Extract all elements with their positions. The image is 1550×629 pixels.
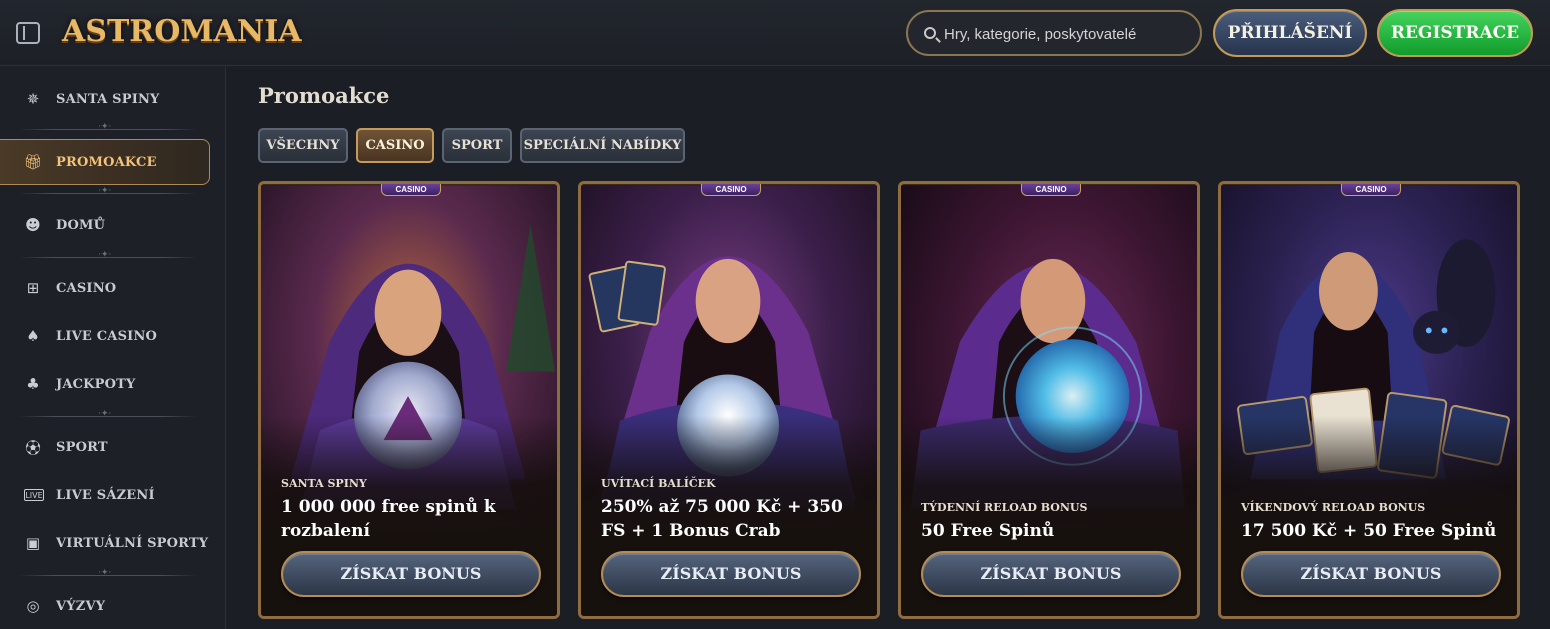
sidebar-item-label: SANTA SPINY: [56, 91, 160, 107]
register-button[interactable]: REGISTRACE: [1377, 9, 1533, 57]
sidebar-item-live-casino[interactable]: ♠ LIVE CASINO: [0, 313, 210, 359]
search-input[interactable]: [944, 22, 1184, 46]
tab-casino[interactable]: CASINO: [356, 128, 434, 163]
login-button[interactable]: PŘIHLÁŠENÍ: [1213, 9, 1367, 57]
sidebar-item-domu[interactable]: ☻ DOMŮ: [0, 202, 210, 248]
sidebar-item-virtualni-sporty[interactable]: ▣ VIRTUÁLNÍ SPORTY: [0, 520, 210, 566]
tab-sport[interactable]: SPORT: [442, 128, 512, 163]
sidebar-item-label: VÝZVY: [56, 598, 106, 614]
claim-bonus-button[interactable]: ZÍSKAT BONUS: [1241, 551, 1501, 597]
live-icon: LIVE: [24, 489, 44, 501]
sidebar-divider: [18, 186, 198, 196]
clover-icon: ♣: [26, 375, 40, 393]
sidebar-item-vyzvy[interactable]: ◎ VÝZVY: [0, 583, 210, 629]
sidebar-item-label: PROMOAKCE: [56, 154, 157, 170]
santa-spins-icon: ✵: [26, 90, 40, 108]
sidebar-item-label: CASINO: [56, 280, 117, 296]
casino-tag: CASINO: [701, 184, 761, 196]
promo-card-vikendovy-reload[interactable]: CASINO VÍKENDOVÝ RELOAD BONUS 17 500 Kč …: [1218, 181, 1520, 619]
sidebar-item-santa-spiny[interactable]: ✵ SANTA SPINY: [0, 76, 210, 122]
casino-tag: CASINO: [1341, 184, 1401, 196]
sidebar-divider: [18, 409, 198, 419]
sidebar-item-label: LIVE SÁZENÍ: [56, 487, 155, 503]
sidebar-item-jackpoty[interactable]: ♣ JACKPOTY: [0, 361, 210, 407]
promo-card-uvitaci-balicek[interactable]: CASINO UVÍTACÍ BALÍČEK 250% až 75 000 Kč…: [578, 181, 880, 619]
virtual-screen-icon: ▣: [25, 534, 41, 552]
page-title: Promoakce: [258, 83, 390, 108]
soccer-ball-icon: ⚽︎: [25, 438, 41, 457]
claim-bonus-button[interactable]: ZÍSKAT BONUS: [921, 551, 1181, 597]
promo-subtitle: VÍKENDOVÝ RELOAD BONUS: [1241, 501, 1426, 514]
sidebar-toggle-icon[interactable]: [16, 22, 40, 44]
casino-tag: CASINO: [381, 184, 441, 196]
promo-subtitle: UVÍTACÍ BALÍČEK: [601, 477, 716, 490]
tab-vsechny[interactable]: VŠECHNY: [258, 128, 348, 163]
sidebar: ✵ SANTA SPINY 🎁︎ PROMOAKCE ☻ DOMŮ ⊞ CASI…: [0, 66, 226, 629]
sidebar-item-label: LIVE CASINO: [56, 328, 158, 344]
sidebar-divider: [18, 568, 198, 578]
claim-bonus-button[interactable]: ZÍSKAT BONUS: [281, 551, 541, 597]
tab-specialni-nabidky[interactable]: SPECIÁLNÍ NABÍDKY: [520, 128, 685, 163]
sidebar-item-live-sazeni[interactable]: LIVE LIVE SÁZENÍ: [0, 472, 210, 518]
search-icon: [924, 27, 936, 39]
sidebar-divider: [18, 250, 198, 260]
target-icon: ◎: [26, 597, 40, 615]
promo-subtitle: TÝDENNÍ RELOAD BONUS: [921, 501, 1088, 514]
claim-bonus-button[interactable]: ZÍSKAT BONUS: [601, 551, 861, 597]
sidebar-item-label: VIRTUÁLNÍ SPORTY: [56, 535, 209, 551]
sidebar-item-promoakce[interactable]: 🎁︎ PROMOAKCE: [0, 139, 210, 185]
gift-icon: 🎁︎: [23, 153, 43, 171]
search-box[interactable]: [906, 10, 1202, 56]
promo-headline: 17 500 Kč + 50 Free Spinů: [1241, 521, 1497, 541]
sidebar-item-label: SPORT: [56, 439, 108, 455]
promo-subtitle: SANTA SPINY: [281, 477, 367, 490]
promo-headline: 250% až 75 000 Kč + 350 FS + 1 Bonus Cra…: [601, 497, 843, 541]
cards-icon: ♠: [26, 327, 40, 345]
logo[interactable]: ASTROMANIA: [62, 10, 302, 54]
home-icon: ☻: [25, 216, 41, 234]
sidebar-item-sport[interactable]: ⚽︎ SPORT: [0, 424, 210, 470]
slot-machine-icon: ⊞: [26, 279, 40, 297]
promo-headline: 1 000 000 free spinů k rozbalení: [281, 497, 496, 541]
sidebar-item-casino[interactable]: ⊞ CASINO: [0, 265, 210, 311]
sidebar-item-label: JACKPOTY: [56, 376, 136, 392]
sidebar-item-label: DOMŮ: [56, 217, 106, 233]
promo-headline: 50 Free Spinů: [921, 521, 1055, 541]
sidebar-divider: [18, 122, 198, 132]
casino-tag: CASINO: [1021, 184, 1081, 196]
top-header: ASTROMANIA PŘIHLÁŠENÍ REGISTRACE: [0, 0, 1550, 66]
promo-card-tydenni-reload[interactable]: CASINO TÝDENNÍ RELOAD BONUS 50 Free Spin…: [898, 181, 1200, 619]
promo-card-santa-spiny[interactable]: CASINO SANTA SPINY 1 000 000 free spinů …: [258, 181, 560, 619]
